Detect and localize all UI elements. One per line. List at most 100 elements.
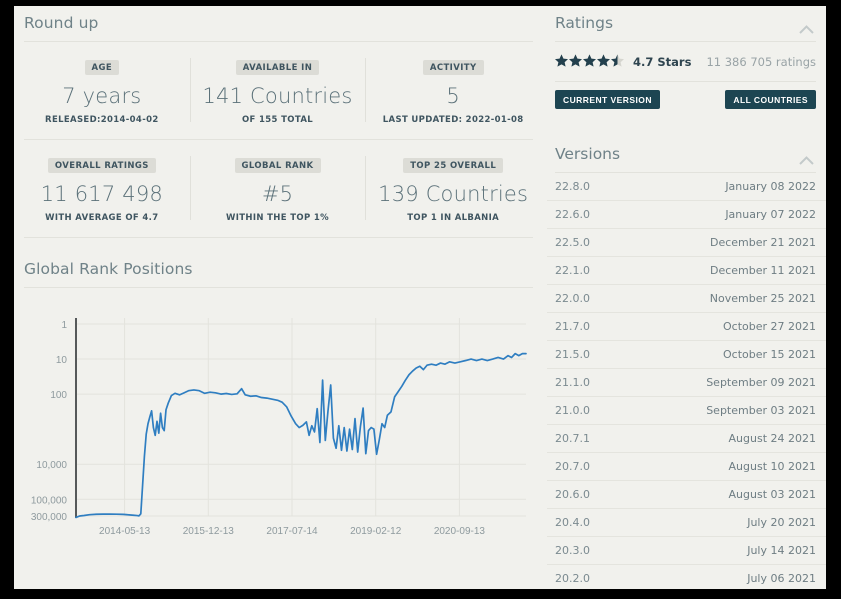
star-rating-icons	[555, 52, 624, 71]
rank-chart: 1 10 100 10,000 100,000 300,000 2014-05-13 2015…	[14, 294, 541, 559]
stat-value: #5	[261, 182, 294, 206]
ratings-title: Ratings	[555, 14, 614, 32]
left-column: Round up AGE 7 years RELEASED:2014-04-02…	[14, 6, 541, 589]
version-row[interactable]: 21.1.0 September 09 2021	[547, 369, 826, 397]
stat-row-top: AGE 7 years RELEASED:2014-04-02 AVAILABL…	[14, 42, 541, 139]
y-axis-tick-label: 10,000	[36, 460, 67, 471]
version-number: 20.4.0	[555, 516, 590, 529]
version-row[interactable]: 21.7.0 October 27 2021	[547, 313, 826, 341]
stat-value: 5	[446, 84, 460, 108]
divider	[24, 287, 533, 288]
version-number: 21.5.0	[555, 348, 590, 361]
versions-panel: Versions 22.8.0 January 08 2022 22.6.0 Janu…	[547, 121, 826, 589]
version-number: 22.8.0	[555, 180, 590, 193]
y-axis-tick-label: 10	[56, 355, 68, 366]
version-number: 22.1.0	[555, 264, 590, 277]
chevron-up-icon[interactable]	[799, 150, 814, 165]
x-axis-tick-label: 2017-07-14	[266, 526, 318, 537]
x-axis-tick-label: 2019-02-12	[350, 526, 402, 537]
version-date: December 11 2021	[709, 264, 816, 277]
stat-card-available-in: AVAILABLE IN 141 Countries OF 155 TOTAL	[189, 55, 366, 125]
version-row[interactable]: 22.1.0 December 11 2021	[547, 257, 826, 285]
stat-card-overall-ratings: OVERALL RATINGS 11 617 498 WITH AVERAGE …	[14, 153, 190, 223]
dashboard-root: Round up AGE 7 years RELEASED:2014-04-02…	[14, 6, 826, 589]
version-number: 20.7.0	[555, 460, 590, 473]
version-row[interactable]: 20.7.1 August 24 2021	[547, 425, 826, 453]
version-row[interactable]: 22.6.0 January 07 2022	[547, 201, 826, 229]
stat-value: 11 617 498	[40, 182, 163, 206]
ratings-panel: Ratings 4.7 Stars 11 386 705 ratings CUR…	[547, 6, 826, 121]
stat-card-activity: ACTIVITY 5 LAST UPDATED: 2022-01-08	[365, 55, 541, 125]
version-row[interactable]: 22.8.0 January 08 2022	[547, 173, 826, 201]
roundup-title: Round up	[24, 14, 99, 32]
star-icon	[583, 52, 596, 71]
stat-card-top-25-overall: TOP 25 OVERALL 139 Countries TOP 1 IN AL…	[365, 153, 541, 223]
version-row[interactable]: 22.5.0 December 21 2021	[547, 229, 826, 257]
version-row[interactable]: 20.6.0 August 03 2021	[547, 481, 826, 509]
stat-subtext: WITHIN THE TOP 1%	[226, 213, 329, 223]
star-icon	[555, 52, 568, 71]
versions-header[interactable]: Versions	[547, 121, 826, 172]
version-date: October 27 2021	[722, 320, 816, 333]
stat-value: 141 Countries	[202, 84, 353, 108]
chevron-up-icon[interactable]	[799, 19, 814, 34]
version-date: July 20 2021	[747, 516, 816, 529]
version-date: August 24 2021	[728, 432, 816, 445]
chart-title: Global Rank Positions	[24, 260, 193, 278]
all-countries-button[interactable]: ALL COUNTRIES	[725, 90, 816, 109]
stat-badge: AVAILABLE IN	[235, 60, 320, 75]
version-date: July 14 2021	[747, 544, 816, 557]
version-number: 21.0.0	[555, 404, 590, 417]
version-date: January 08 2022	[725, 180, 816, 193]
version-number: 22.6.0	[555, 208, 590, 221]
version-date: January 07 2022	[725, 208, 816, 221]
x-axis-tick-label: 2015-12-13	[183, 526, 235, 537]
versions-title: Versions	[555, 145, 621, 163]
stat-subtext: LAST UPDATED: 2022-01-08	[382, 115, 524, 125]
version-row[interactable]: 20.3.0 July 14 2021	[547, 537, 826, 565]
stat-card-age: AGE 7 years RELEASED:2014-04-02	[14, 55, 190, 125]
y-axis-tick-label: 1	[61, 320, 67, 331]
version-row[interactable]: 20.4.0 July 20 2021	[547, 509, 826, 537]
version-date: September 03 2021	[706, 404, 816, 417]
star-icon	[597, 52, 610, 71]
star-icon	[611, 52, 624, 71]
version-row[interactable]: 21.5.0 October 15 2021	[547, 341, 826, 369]
version-number: 20.6.0	[555, 488, 590, 501]
stat-badge: GLOBAL RANK	[234, 158, 321, 173]
roundup-panel: Round up AGE 7 years RELEASED:2014-04-02…	[14, 6, 541, 238]
version-row[interactable]: 21.0.0 September 03 2021	[547, 397, 826, 425]
version-row[interactable]: 22.0.0 November 25 2021	[547, 285, 826, 313]
rating-count: 11 386 705 ratings	[706, 54, 816, 69]
stat-subtext: RELEASED:2014-04-02	[45, 115, 159, 125]
stat-subtext: OF 155 TOTAL	[241, 115, 314, 125]
version-number: 20.3.0	[555, 544, 590, 557]
version-date: August 03 2021	[728, 488, 816, 501]
version-date: July 06 2021	[747, 572, 816, 585]
version-number: 21.1.0	[555, 376, 590, 389]
version-row[interactable]: 20.7.0 August 10 2021	[547, 453, 826, 481]
version-number: 20.7.1	[555, 432, 590, 445]
stat-subtext: WITH AVERAGE OF 4.7	[45, 213, 159, 223]
stat-subtext: TOP 1 IN ALBANIA	[407, 213, 500, 223]
y-axis-tick-label: 100,000	[31, 495, 68, 506]
version-number: 20.2.0	[555, 572, 590, 585]
stat-badge: AGE	[84, 60, 120, 75]
rank-chart-svg: 1 10 100 10,000 100,000 300,000 2014-05-13 2015…	[31, 318, 527, 537]
rating-score: 4.7 Stars	[633, 54, 692, 69]
ratings-header[interactable]: Ratings	[547, 6, 826, 41]
version-row[interactable]: 20.2.0 July 06 2021	[547, 565, 826, 589]
y-axis-tick-label: 300,000	[31, 512, 68, 523]
version-date: September 09 2021	[706, 376, 816, 389]
global-rank-chart-panel: Global Rank Positions 1 10 100 10,000 100,00…	[14, 252, 541, 559]
rank-line-series	[75, 352, 527, 519]
stat-card-global-rank: GLOBAL RANK #5 WITHIN THE TOP 1%	[189, 153, 366, 223]
right-column: Ratings 4.7 Stars 11 386 705 ratings CUR…	[541, 6, 826, 589]
version-number: 22.0.0	[555, 292, 590, 305]
stat-badge: TOP 25 OVERALL	[403, 158, 504, 173]
rating-summary-row: 4.7 Stars 11 386 705 ratings	[547, 42, 826, 81]
current-version-button[interactable]: CURRENT VERSION	[555, 90, 660, 109]
version-date: November 25 2021	[709, 292, 816, 305]
version-number: 21.7.0	[555, 320, 590, 333]
versions-list[interactable]: 22.8.0 January 08 2022 22.6.0 January 07 20…	[547, 173, 826, 589]
